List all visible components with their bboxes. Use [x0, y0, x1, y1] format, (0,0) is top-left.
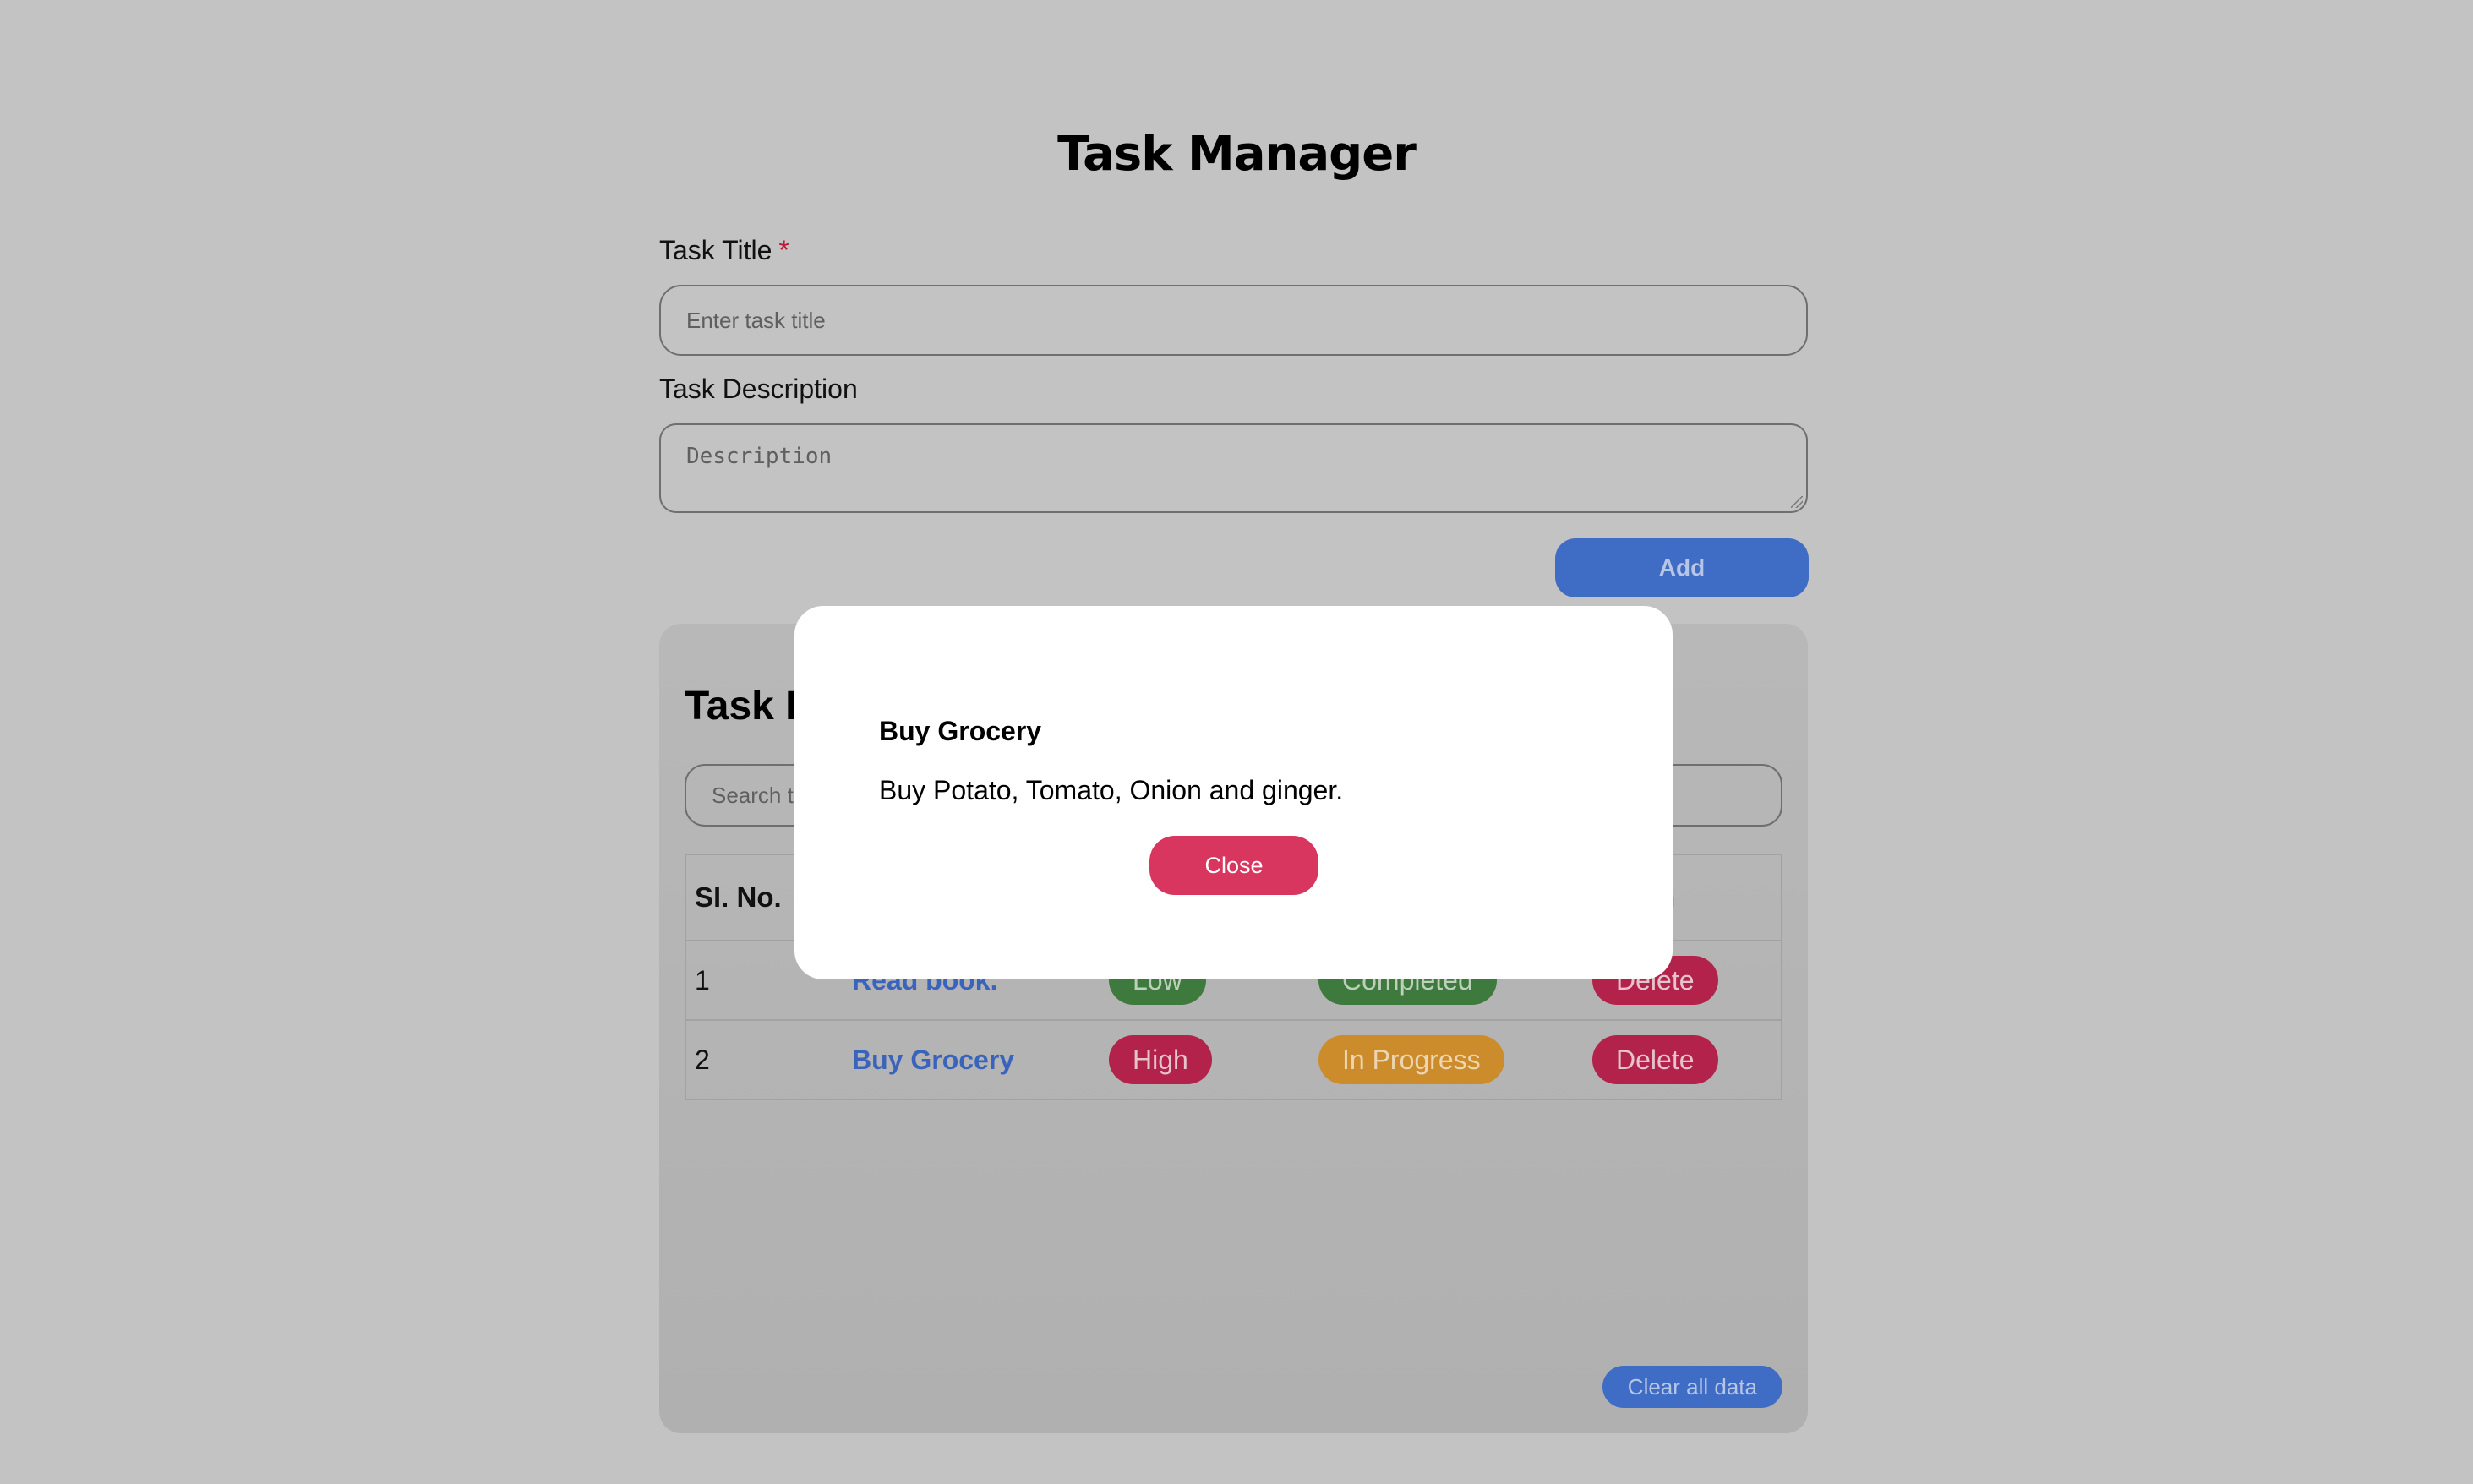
status-badge[interactable]: In Progress	[1318, 1035, 1504, 1084]
task-manager-page: Task Manager Task Title * Enter task titl…	[0, 0, 2473, 1484]
priority-badge: High	[1109, 1035, 1212, 1084]
modal-description: Buy Potato, Tomato, Onion and ginger.	[879, 775, 1344, 805]
task-description-textarea[interactable]: Description	[659, 423, 1808, 513]
close-button[interactable]: Close	[1149, 836, 1318, 895]
page-title: Task Manager	[1057, 127, 1417, 182]
row-sl-no: 2	[695, 1044, 710, 1075]
table-row: 2 Buy Grocery High In Progress Delete	[686, 1021, 1781, 1099]
task-description-placeholder: Description	[686, 444, 833, 469]
row-sl-no: 1	[695, 964, 710, 996]
header-sl-no: Sl. No.	[695, 881, 782, 913]
resize-grip-icon[interactable]	[1791, 496, 1803, 508]
add-button[interactable]: Add	[1555, 538, 1809, 597]
task-title-link[interactable]: Buy Grocery	[852, 1045, 1014, 1076]
task-title-label-text: Task Title	[659, 235, 772, 265]
delete-button[interactable]: Delete	[1592, 1035, 1718, 1084]
modal-title: Buy Grocery	[879, 716, 1042, 746]
task-title-input[interactable]: Enter task title	[659, 285, 1808, 356]
task-list-title: Task L	[685, 684, 811, 728]
clear-all-data-button[interactable]: Clear all data	[1602, 1366, 1782, 1408]
required-marker: *	[778, 235, 789, 265]
task-description-label: Task Description	[659, 374, 858, 404]
task-title-label: Task Title *	[659, 235, 789, 266]
search-placeholder: Search t	[712, 783, 794, 808]
task-detail-modal: Buy Grocery Buy Potato, Tomato, Onion an…	[794, 606, 1673, 979]
task-title-placeholder: Enter task title	[686, 308, 826, 333]
